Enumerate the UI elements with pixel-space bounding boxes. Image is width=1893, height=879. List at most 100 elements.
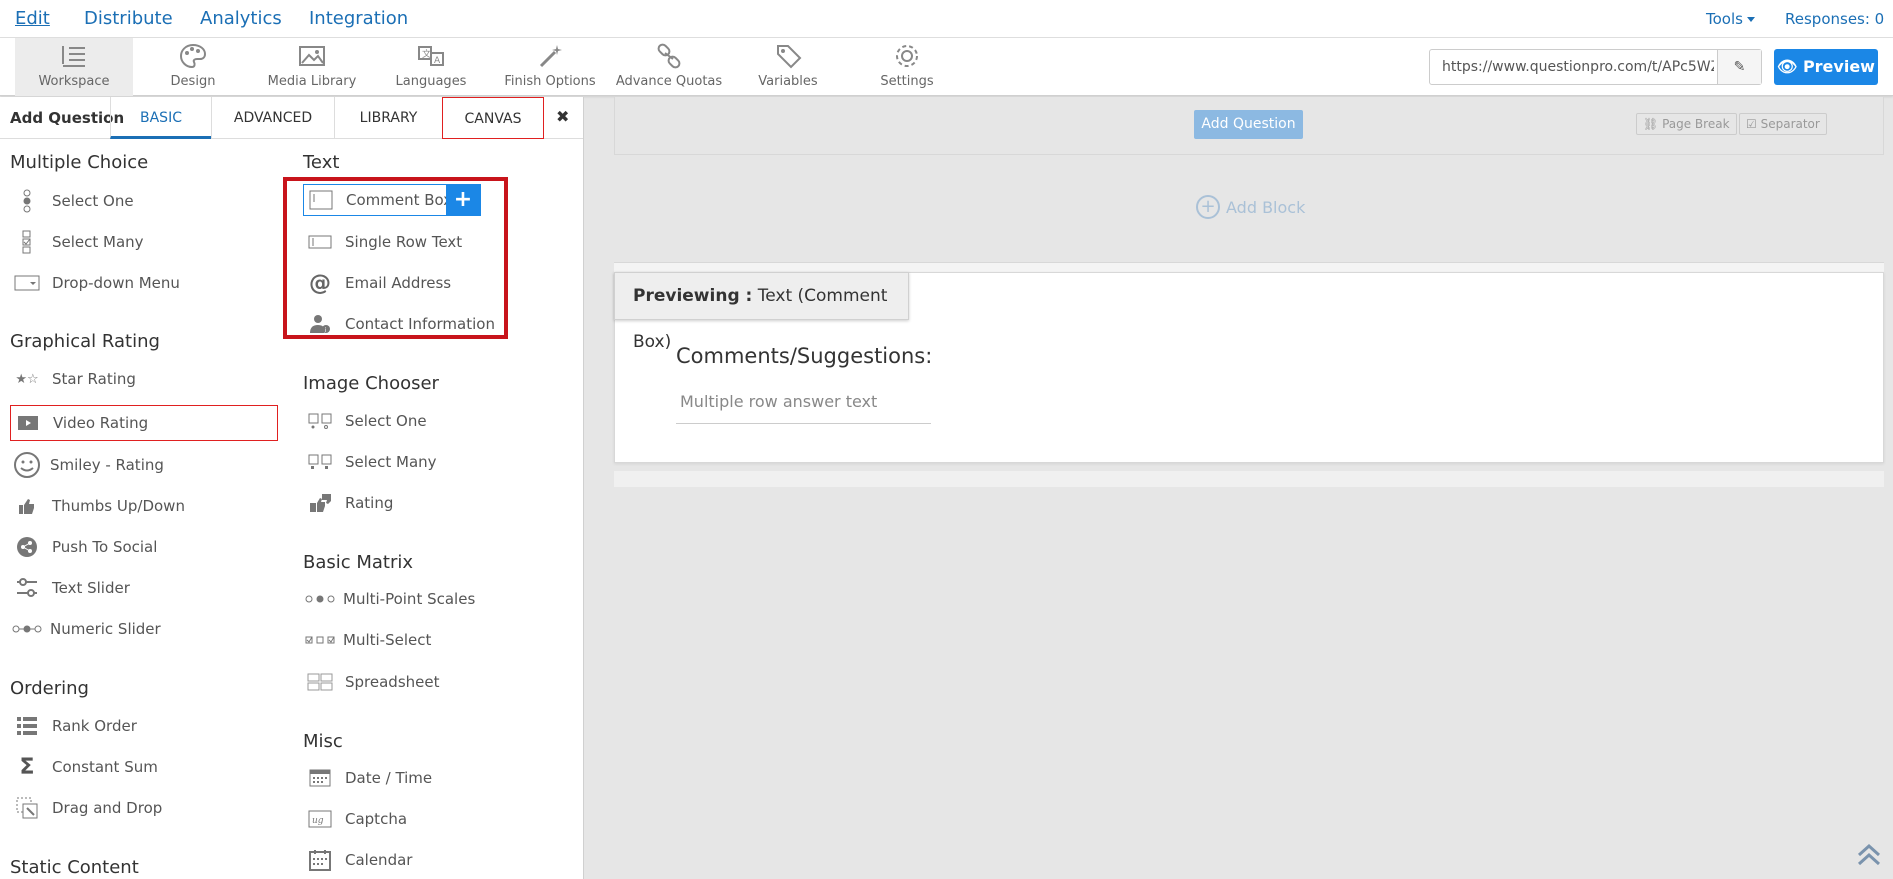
item-label: Rating	[345, 494, 394, 512]
tool-settings[interactable]: Settings	[848, 38, 966, 96]
contact-icon: i	[307, 312, 333, 336]
multi-checkbox-icon	[305, 628, 335, 652]
nav-edit[interactable]: Edit	[15, 8, 50, 29]
tool-languages[interactable]: 文A Languages	[372, 38, 490, 96]
item-label: Multi-Point Scales	[343, 590, 476, 608]
question-type-smiley-rating[interactable]: Smiley - Rating	[12, 450, 164, 480]
textbox-icon	[308, 188, 334, 212]
tab-advanced[interactable]: ADVANCED	[211, 97, 334, 139]
item-label: Multi-Select	[343, 631, 432, 649]
section-static-content: Static Content	[10, 857, 139, 878]
question-type-multi-select[interactable]: Multi-Select	[305, 625, 431, 655]
question-type-calendar[interactable]: Calendar	[307, 845, 412, 875]
sigma-icon: Σ	[19, 754, 35, 780]
tools-menu[interactable]: Tools	[1706, 10, 1755, 28]
question-type-constant-sum[interactable]: Σ Constant Sum	[14, 752, 158, 782]
item-label: Single Row Text	[345, 233, 463, 251]
tool-label: Workspace	[38, 74, 110, 89]
item-label: Captcha	[345, 810, 408, 828]
tool-finish-options[interactable]: Finish Options	[491, 38, 609, 96]
section-graphical-rating: Graphical Rating	[10, 331, 160, 352]
tool-label: Advance Quotas	[615, 74, 723, 89]
question-type-star-rating[interactable]: ★☆ Star Rating	[14, 364, 136, 394]
tool-variables[interactable]: Variables	[729, 38, 847, 96]
item-label: Constant Sum	[52, 758, 158, 776]
add-plus-button[interactable]: +	[446, 185, 480, 215]
nav-integration[interactable]: Integration	[309, 8, 408, 29]
tool-media-library[interactable]: Media Library	[253, 38, 371, 96]
tool-label: Design	[170, 74, 216, 89]
question-type-video-rating[interactable]: Video Rating	[10, 405, 278, 441]
translate-icon: 文A	[418, 46, 444, 66]
item-label: Select One	[345, 412, 427, 430]
checkbox-list-icon	[14, 230, 40, 254]
item-label: Spreadsheet	[345, 673, 440, 691]
nav-distribute[interactable]: Distribute	[84, 8, 173, 29]
item-label: Email Address	[345, 274, 452, 292]
question-type-numeric-slider[interactable]: Numeric Slider	[12, 614, 161, 644]
question-type-comment-box[interactable]: Comment Box +	[303, 184, 481, 216]
question-type-text-slider[interactable]: Text Slider	[14, 573, 130, 603]
item-label: Contact Information	[345, 315, 495, 333]
question-type-image-rating[interactable]: Rating	[307, 488, 393, 518]
question-type-dropdown[interactable]: Drop-down Menu	[14, 268, 180, 298]
page-break-label: Page Break	[1662, 117, 1730, 131]
close-icon[interactable]: ✖	[556, 107, 569, 126]
image-grid-icon	[307, 409, 333, 433]
responses-count[interactable]: Responses: 0	[1785, 10, 1884, 28]
image-grid-multi-icon	[307, 450, 333, 474]
question-type-drag-drop[interactable]: Drag and Drop	[14, 793, 162, 823]
separator-button[interactable]: ☑ Separator	[1739, 113, 1827, 135]
workspace-icon	[62, 46, 85, 67]
tool-label: Languages	[395, 74, 467, 89]
tool-workspace[interactable]: Workspace	[15, 38, 133, 96]
chevron-down-icon	[1746, 17, 1755, 22]
question-type-select-many[interactable]: Select Many	[14, 227, 144, 257]
tool-label: Settings	[880, 74, 934, 89]
item-label: Date / Time	[345, 769, 433, 787]
item-label: Comment Box	[346, 191, 453, 209]
survey-url-field[interactable]: https://www.questionpro.com/t/APc5WZ ✎	[1429, 49, 1762, 85]
question-type-spreadsheet[interactable]: Spreadsheet	[307, 667, 439, 697]
question-type-multi-point-scales[interactable]: Multi-Point Scales	[305, 584, 475, 614]
answer-textarea[interactable]: Multiple row answer text	[676, 392, 931, 424]
question-type-contact-info[interactable]: i Contact Information	[307, 309, 495, 339]
question-type-push-to-social[interactable]: Push To Social	[14, 532, 157, 562]
palette-icon	[179, 43, 207, 69]
tool-label: Media Library	[267, 74, 357, 89]
preview-label: Preview	[1802, 57, 1875, 76]
question-title: Comments/Suggestions:	[676, 344, 933, 368]
tab-library[interactable]: LIBRARY	[334, 97, 442, 139]
datetime-icon	[307, 766, 333, 790]
dropdown-icon	[14, 271, 40, 295]
question-type-email[interactable]: @ Email Address	[307, 268, 451, 298]
survey-url[interactable]: https://www.questionpro.com/t/APc5WZ	[1442, 59, 1714, 75]
scroll-to-top-icon[interactable]	[1856, 843, 1882, 871]
tab-canvas[interactable]: CANVAS	[442, 97, 544, 139]
question-type-captcha[interactable]: ug Captcha	[307, 804, 407, 834]
question-type-date-time[interactable]: Date / Time	[307, 763, 432, 793]
star-icon: ★☆	[15, 371, 39, 387]
add-question-button[interactable]: Add Question	[1194, 110, 1303, 139]
question-type-select-one[interactable]: Select One	[14, 186, 134, 216]
question-type-thumbs[interactable]: Thumbs Up/Down	[14, 491, 185, 521]
add-block-button[interactable]: + Add Block	[1196, 195, 1305, 219]
pencil-icon[interactable]: ✎	[1717, 50, 1761, 84]
nav-analytics[interactable]: Analytics	[200, 8, 282, 29]
question-type-single-row-text[interactable]: Single Row Text	[307, 227, 462, 257]
radio-list-icon	[14, 189, 40, 213]
item-label: Thumbs Up/Down	[52, 497, 185, 515]
question-type-image-select-many[interactable]: Select Many	[307, 447, 437, 477]
tool-label: Variables	[758, 74, 818, 89]
question-type-image-select-one[interactable]: Select One	[307, 406, 427, 436]
preview-button[interactable]: 👁 Preview	[1774, 49, 1878, 85]
tool-advance-quotas[interactable]: Advance Quotas	[610, 38, 728, 96]
comment-box-row: Comment Box	[308, 185, 452, 215]
page-break-button[interactable]: ⛓ Page Break	[1636, 113, 1737, 135]
tab-basic[interactable]: BASIC	[110, 97, 211, 139]
tool-design[interactable]: Design	[134, 38, 252, 96]
magic-wand-icon	[539, 45, 562, 68]
slider-icon	[14, 576, 40, 600]
item-label: Select Many	[345, 453, 437, 471]
question-type-rank-order[interactable]: Rank Order	[14, 711, 137, 741]
